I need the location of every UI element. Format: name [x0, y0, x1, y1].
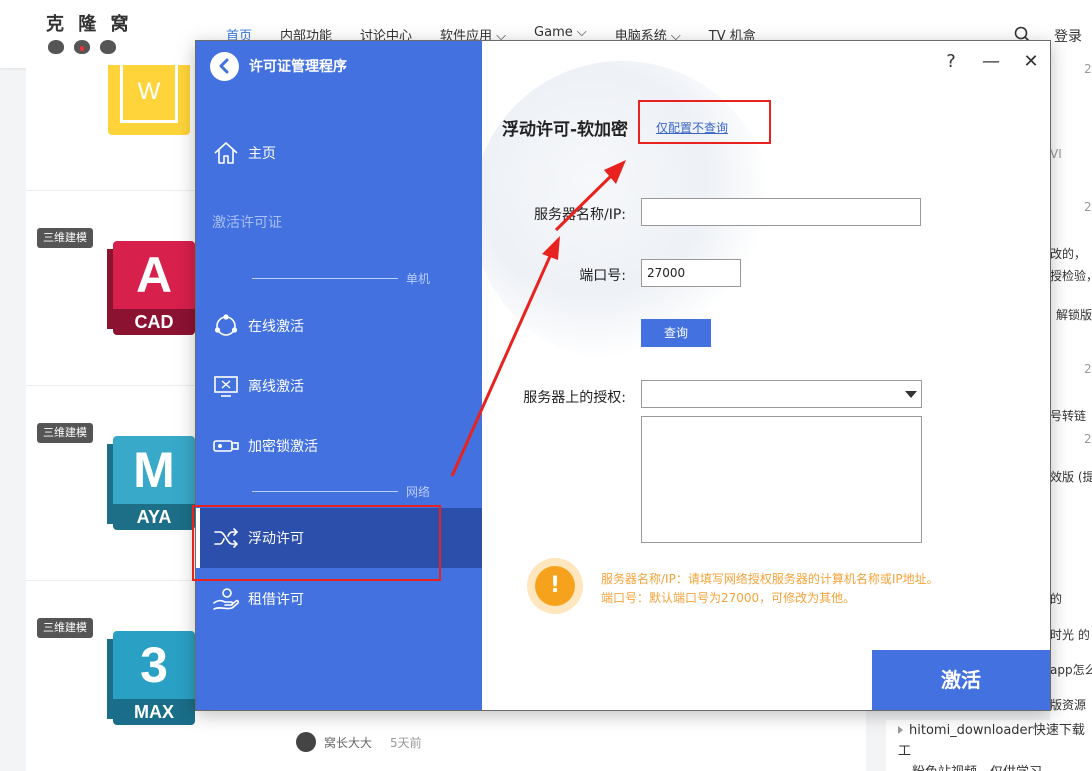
tile-label: CAD — [113, 309, 195, 335]
right-text: 号转链 — [1050, 409, 1087, 423]
sidebar-item-borrow-license[interactable]: 租借许可 — [212, 584, 304, 614]
dialog-title-bar: 许可证管理程序 — [210, 51, 347, 81]
list-item-text: 粉色站视频，仅供学习 — [898, 762, 1092, 771]
right-text: 的 — [1050, 592, 1063, 606]
post-author[interactable]: 窝长大大 5天前 — [296, 732, 422, 752]
category-tag[interactable]: 三维建模 — [37, 228, 93, 248]
license-manager-window: 许可证管理程序 主页 激活许可证 单机 在线激活 离线激活 加密锁激活 网络 浮… — [195, 40, 1051, 711]
sidebar-item-label: 激活许可证 — [212, 215, 282, 231]
section-network: 网络 — [252, 483, 430, 500]
activate-button[interactable]: 激活 — [872, 650, 1050, 710]
autocad-app-tile[interactable]: A CAD — [107, 241, 195, 335]
bug-icon — [100, 40, 116, 54]
sidebar-item-label: 离线激活 — [248, 379, 304, 395]
annotation-box-floating-license — [192, 505, 441, 581]
list-item[interactable]: hitomi_downloader快速下载工 — [898, 720, 1092, 762]
minimize-button[interactable]: — — [982, 51, 1000, 72]
server-label: 服务器名称/IP: — [533, 207, 626, 223]
online-sync-icon — [214, 314, 238, 336]
related-post-list: hitomi_downloader快速下载工 粉色站视频，仅供学习 — [886, 720, 1092, 771]
section-label: 单机 — [406, 272, 431, 286]
right-sidebar-fragment: 2 VI 2 改的， 授检验， 解锁版 2 号转链 2 效版 (提 的 时光 的… — [1050, 42, 1092, 771]
divider — [252, 491, 398, 492]
sidebar-item-activate-license[interactable]: 激活许可证 — [212, 207, 282, 237]
tile-label: MAX — [113, 699, 195, 725]
bug-icon — [48, 40, 64, 54]
list-divider — [26, 580, 196, 581]
sidebar-item-label: 加密锁激活 — [248, 439, 318, 455]
bug-icon — [74, 40, 90, 54]
maya-app-tile[interactable]: M AYA — [107, 436, 195, 530]
right-text: 解锁版 — [1056, 308, 1092, 322]
port-input[interactable]: 27000 — [641, 259, 741, 287]
author-name: 窝长大大 — [324, 735, 373, 750]
sidebar-item-online-activation[interactable]: 在线激活 — [212, 311, 304, 341]
tile-letter: M — [113, 436, 195, 504]
warning-icon: ! — [527, 558, 583, 614]
logo-text: 克 隆 窝 — [46, 14, 133, 35]
panel-title: 浮动许可-软加密 — [502, 120, 629, 140]
annotation-box-config-link — [638, 100, 771, 144]
list-divider — [26, 385, 196, 386]
hint-port: 端口号：默认端口号为27000，可修改为其他。 — [601, 591, 856, 605]
back-button[interactable] — [210, 51, 239, 81]
right-text: 2 — [1084, 200, 1092, 214]
word-app-tile[interactable]: W — [108, 65, 190, 135]
list-divider — [26, 190, 196, 191]
window-controls: ? — ✕ — [942, 51, 1040, 72]
sidebar-item-offline-activation[interactable]: 离线激活 — [212, 371, 304, 401]
right-text: 版资源 — [1050, 698, 1087, 712]
screen: { "site": { "logo_text": "克 隆 窝", "nav":… — [0, 0, 1092, 771]
sidebar-item-home[interactable]: 主页 — [212, 138, 276, 168]
post-time: 5天前 — [390, 735, 422, 750]
help-button[interactable]: ? — [942, 51, 960, 72]
word-letter: W — [120, 65, 178, 123]
home-icon — [214, 142, 238, 164]
usb-dongle-icon — [213, 440, 239, 452]
hint-server: 服务器名称/IP：请填写网络授权服务器的计算机名称或IP地址。 — [601, 572, 939, 586]
back-arrow-icon — [219, 58, 228, 74]
site-logo[interactable]: 克 隆 窝 — [46, 10, 136, 54]
sidebar-item-label: 租借许可 — [248, 592, 304, 608]
sidebar-item-label: 在线激活 — [248, 319, 304, 335]
tile-label: AYA — [113, 504, 195, 530]
section-standalone: 单机 — [252, 270, 430, 287]
dialog-title: 许可证管理程序 — [249, 59, 347, 75]
list-item-text: hitomi_downloader快速下载工 — [898, 723, 1085, 759]
divider — [252, 278, 398, 279]
right-text: 效版 (提 — [1050, 470, 1092, 484]
logo-bug-icons — [46, 40, 136, 54]
right-text: 2 — [1084, 432, 1092, 446]
chevron-down-icon — [905, 391, 917, 398]
right-text: 改的， — [1050, 247, 1087, 261]
server-name-input[interactable] — [641, 198, 921, 226]
port-label: 端口号: — [579, 268, 626, 284]
category-tag[interactable]: 三维建模 — [37, 618, 93, 638]
bullet-icon — [898, 726, 903, 734]
server-auth-select[interactable] — [641, 380, 922, 408]
3dsmax-app-tile[interactable]: 3 MAX — [107, 631, 195, 725]
sidebar-item-dongle-activation[interactable]: 加密锁激活 — [212, 431, 318, 461]
right-text: app怎么 — [1050, 663, 1092, 677]
right-text: 授检验， — [1050, 269, 1092, 283]
close-button[interactable]: ✕ — [1022, 51, 1040, 72]
category-tag[interactable]: 三维建模 — [37, 423, 93, 443]
sidebar-item-label: 主页 — [248, 146, 276, 162]
right-text: 时光 的 — [1050, 628, 1090, 642]
tile-letter: A — [113, 241, 195, 309]
right-text: 2 — [1084, 362, 1092, 376]
right-text: 2 — [1084, 62, 1092, 76]
section-label: 网络 — [406, 485, 431, 499]
server-auth-label: 服务器上的授权: — [523, 390, 626, 406]
tile-letter: 3 — [113, 631, 195, 699]
avatar — [296, 732, 316, 752]
dialog-sidebar: 许可证管理程序 主页 激活许可证 单机 在线激活 离线激活 加密锁激活 网络 浮… — [196, 41, 482, 710]
auth-details-list[interactable] — [641, 416, 922, 543]
right-text: VI — [1050, 147, 1062, 161]
monitor-icon — [214, 376, 238, 397]
query-button[interactable]: 查询 — [641, 319, 711, 347]
hand-license-icon — [213, 588, 240, 610]
